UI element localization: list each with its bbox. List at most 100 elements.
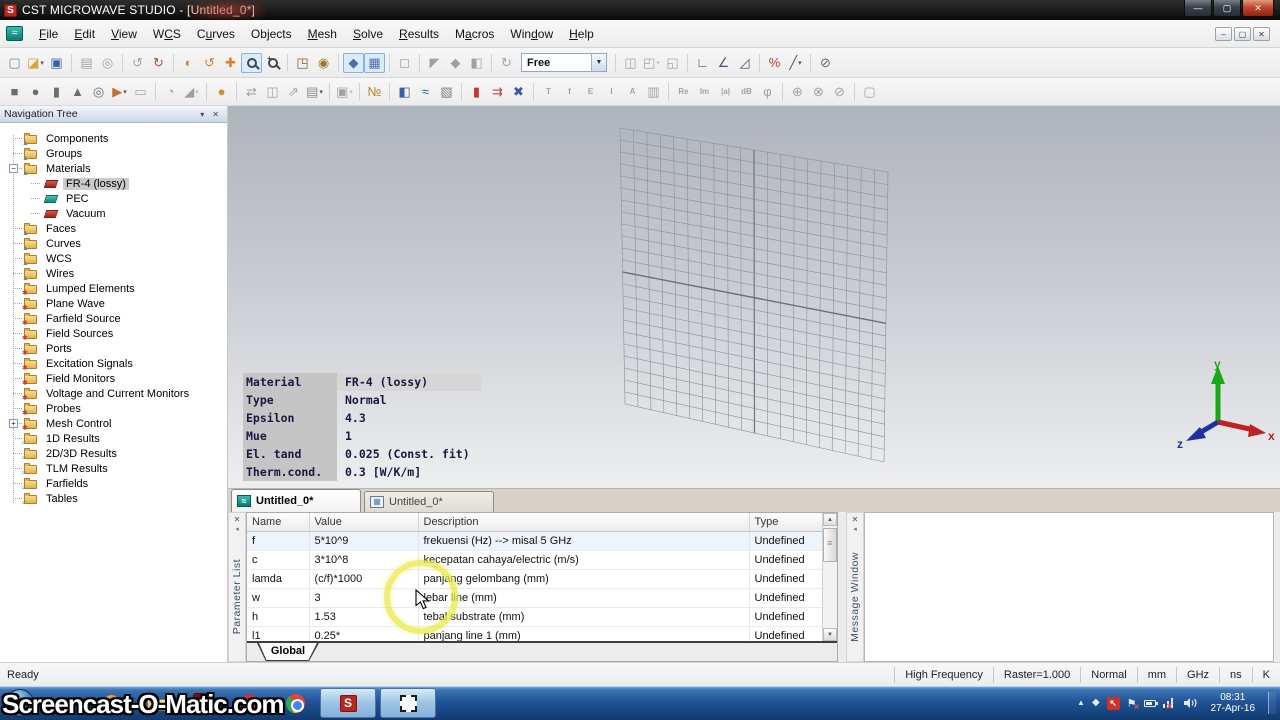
tree-item-mesh-control[interactable]: + ✱ Mesh Control: [0, 416, 227, 432]
menu-view[interactable]: View: [103, 24, 145, 44]
menu-curves[interactable]: Curves: [189, 24, 243, 44]
mdi-close-button[interactable]: ✕: [1253, 27, 1270, 41]
tray-expand-icon[interactable]: ▲: [1077, 699, 1085, 707]
clear-picks-icon[interactable]: ⊘: [815, 53, 836, 73]
tray-clock[interactable]: 08:31 27-Apr-16: [1205, 692, 1261, 714]
battery-icon[interactable]: [1143, 699, 1158, 707]
menu-solve[interactable]: Solve: [345, 24, 391, 44]
parameter-cell[interactable]: Undefined: [749, 607, 823, 627]
menu-macros[interactable]: Macros: [447, 24, 502, 44]
reset-view-icon[interactable]: ◳: [292, 53, 313, 73]
parameter-cell[interactable]: c: [247, 550, 310, 570]
sphere-icon[interactable]: ●: [25, 82, 46, 102]
scroll-down-icon[interactable]: ▼: [823, 628, 837, 641]
cst-studio-taskbar-button[interactable]: S: [320, 688, 376, 718]
frequency-icon[interactable]: ≈: [415, 82, 436, 102]
menu-edit[interactable]: Edit: [66, 24, 103, 44]
mdi-minimize-button[interactable]: –: [1215, 27, 1232, 41]
volume-icon[interactable]: [1183, 697, 1198, 709]
tree-item-pec[interactable]: PEC: [0, 191, 227, 206]
parameter-cell[interactable]: 1.53: [309, 607, 419, 627]
tree-item-excitation-signals[interactable]: ✱ Excitation Signals: [0, 356, 227, 372]
tree-item-farfields[interactable]: ≈ Farfields: [0, 476, 227, 492]
align-icon[interactable]: ▤ ▾: [304, 82, 325, 102]
background-icon[interactable]: ▧: [436, 82, 457, 102]
parameter-cell[interactable]: Undefined: [749, 569, 823, 589]
measure-icon[interactable]: %: [764, 53, 785, 73]
parameter-cell[interactable]: panjang gelombang (mm): [418, 569, 750, 589]
wcs-face-icon[interactable]: ◿: [734, 53, 755, 73]
parameter-cell[interactable]: 5*10^9: [309, 531, 419, 551]
tree-item-wires[interactable]: ▲ Wires: [0, 266, 227, 282]
modeler-3d-view[interactable]: Material FR-4 (lossy) Type Normal Epsilon 4.3…: [228, 106, 1280, 488]
parameter-list-collapse-icon[interactable]: ◂: [235, 525, 239, 534]
restore-button[interactable]: ▢: [1213, 0, 1241, 17]
tree-item-plane-wave[interactable]: ✱ Plane Wave: [0, 296, 227, 312]
tree-item-components[interactable]: ▲ Components: [0, 131, 227, 147]
action-center-flag-icon[interactable]: ⚑: [1127, 697, 1140, 711]
tree-item-field-sources[interactable]: ✱ Field Sources: [0, 326, 227, 342]
view-options-icon[interactable]: ◉: [313, 53, 334, 73]
tree-item-probes[interactable]: ✱ Probes: [0, 401, 227, 417]
scrollbar-thumb[interactable]: [823, 528, 837, 562]
screen-marquee-taskbar-button[interactable]: [380, 688, 436, 718]
menu-mesh[interactable]: Mesh: [300, 24, 345, 44]
pick-line-icon[interactable]: ╱ ▾: [785, 53, 806, 73]
column-header-description[interactable]: Description: [418, 513, 750, 532]
tree-item-farfield-source[interactable]: ✱ Farfield Source: [0, 311, 227, 327]
parameter-cell[interactable]: f: [247, 531, 310, 551]
menu-file[interactable]: File: [31, 24, 66, 44]
tree-item-curves[interactable]: ▲ Curves: [0, 236, 227, 252]
column-header-value[interactable]: Value: [309, 513, 419, 532]
tree-item-faces[interactable]: ▲ Faces: [0, 221, 227, 237]
redo-icon[interactable]: ↻: [148, 53, 169, 73]
tree-item-groups[interactable]: ▲ Groups: [0, 146, 227, 162]
mode-dropdown[interactable]: Free ▼: [521, 53, 607, 72]
minimize-button[interactable]: —: [1184, 0, 1212, 17]
project-settings-icon[interactable]: ◧: [394, 82, 415, 102]
units-ruler-icon[interactable]: №: [364, 82, 385, 102]
open-project-icon[interactable]: ◪ ▾: [25, 53, 46, 73]
parameter-cell[interactable]: frekuensi (Hz) --> misal 5 GHz: [418, 531, 750, 551]
parameter-row-h[interactable]: h 1.53 tebal substrate (mm) Undefined: [247, 607, 823, 627]
message-window-collapse-icon[interactable]: ◂: [853, 525, 857, 534]
parameter-row-lamda[interactable]: lamda (c/f)*1000 panjang gelombang (mm) Und…: [247, 569, 823, 589]
pan-view-icon[interactable]: ✚: [220, 53, 241, 73]
column-header-type[interactable]: Type: [749, 513, 823, 532]
panel-close-icon[interactable]: ✕: [208, 110, 223, 119]
parameter-cell[interactable]: Undefined: [749, 531, 823, 551]
parameter-cell[interactable]: 3: [309, 588, 419, 608]
tree-item-field-monitors[interactable]: ✱ Field Monitors: [0, 371, 227, 387]
tree-item-lumped-elements[interactable]: ✱ Lumped Elements: [0, 281, 227, 297]
tree-item-fr-4-lossy[interactable]: FR-4 (lossy): [0, 176, 227, 191]
parameter-cell[interactable]: 3*10^8: [309, 550, 419, 570]
parameter-cell[interactable]: tebal substrate (mm): [418, 607, 750, 627]
rotate-view-icon[interactable]: ◐: [178, 53, 199, 73]
expand-box-icon[interactable]: +: [9, 419, 18, 428]
dropbox-icon[interactable]: ◆: [1092, 698, 1100, 708]
tree-item-2d-3d-results[interactable]: ≈2D/3D Results: [0, 446, 227, 462]
parameter-cell[interactable]: kecepatan cahaya/electric (m/s): [418, 550, 750, 570]
tree-item-ports[interactable]: ✱ Ports: [0, 341, 227, 357]
panel-menu-icon[interactable]: ▾: [196, 110, 208, 119]
discrete-port-icon[interactable]: ✖: [508, 82, 529, 102]
zoom-window-icon[interactable]: +: [262, 53, 283, 73]
network-icon[interactable]: ✕: [1162, 697, 1176, 709]
tree-item-1d-results[interactable]: ≈1D Results: [0, 431, 227, 447]
tree-item-tables[interactable]: ≈ Tables: [0, 491, 227, 507]
normal-axis-icon[interactable]: ◆: [343, 52, 364, 73]
parameter-cell[interactable]: w: [247, 588, 310, 608]
menu-help[interactable]: Help: [561, 24, 602, 44]
parameter-cell[interactable]: Undefined: [749, 588, 823, 608]
new-material-icon[interactable]: ●: [211, 82, 232, 102]
brick-icon[interactable]: ■: [4, 82, 25, 102]
menu-wcs[interactable]: WCS: [145, 24, 189, 44]
tree-item-wcs[interactable]: ▲ WCS: [0, 251, 227, 267]
tab-global[interactable]: Global: [257, 643, 319, 661]
torus-icon[interactable]: ◎: [88, 82, 109, 102]
align-wcs-icon[interactable]: ∠: [713, 53, 734, 73]
boundary-icon[interactable]: ▮: [466, 82, 487, 102]
wcs-icon[interactable]: ∟: [692, 53, 713, 73]
tree-item-materials[interactable]: − ▲ Materials: [0, 161, 227, 177]
cylinder-icon[interactable]: ▮: [46, 82, 67, 102]
